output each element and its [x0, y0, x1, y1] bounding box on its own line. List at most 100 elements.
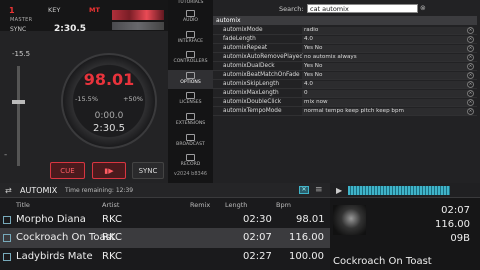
setting-value[interactable]: 0	[302, 90, 468, 97]
virtualdj-window: 1 KEY MT MASTER SYNC 2:30.5 -15.5 - 98.0…	[0, 0, 480, 270]
remaining-time: 2:30.5	[54, 24, 87, 34]
options-panel: Search: cat automix ⊗ automix automixMod…	[213, 0, 480, 183]
col-length[interactable]: Length	[225, 201, 247, 209]
sync-label: SYNC	[10, 26, 27, 33]
deck-header: 1 KEY MT MASTER SYNC 2:30.5	[0, 0, 168, 34]
nav-extensions[interactable]: EXTENSIONS	[168, 113, 213, 126]
preview-panel: ▶ 02:07 116.00 09B Cockroach On Toast	[330, 183, 480, 270]
reset-icon[interactable]: ×	[467, 36, 474, 43]
col-remix[interactable]: Remix	[190, 201, 210, 209]
audio-icon	[186, 10, 195, 17]
track-icon	[3, 253, 11, 261]
settings-nav: TUTORIALS AUDIO INTERFACE CONTROLLERS OP…	[168, 0, 213, 183]
table-row[interactable]: Ladybirds Mate RKC 02:27 100.00	[0, 247, 330, 267]
track-time: 2:30.5	[93, 123, 125, 134]
shuffle-icon[interactable]: ✕	[299, 186, 309, 194]
controller-icon	[186, 51, 195, 58]
pitch-plus-value: +50%	[123, 95, 143, 103]
reset-icon[interactable]: ×	[467, 99, 474, 106]
nav-interface[interactable]: INTERFACE	[168, 31, 213, 44]
elapsed-time: 0:00.0	[94, 111, 124, 121]
mt-label[interactable]: MT	[89, 6, 100, 14]
reset-icon[interactable]: ×	[467, 54, 474, 61]
table-row[interactable]: Morpho Diana RKC 02:30 98.01	[0, 210, 330, 230]
setting-value[interactable]: radio	[302, 27, 468, 34]
reset-icon[interactable]: ×	[467, 90, 474, 97]
col-title[interactable]: Title	[16, 201, 30, 209]
nav-tutorials[interactable]: TUTORIALS	[168, 0, 213, 5]
nav-broadcast[interactable]: BROADCAST	[168, 134, 213, 147]
setting-row: automixMode radio ×	[213, 26, 477, 35]
preview-length: 02:07	[441, 205, 470, 216]
pitch-fader-knob[interactable]	[12, 100, 25, 104]
preview-title: Cockroach On Toast	[333, 256, 432, 267]
col-bpm[interactable]: Bpm	[276, 201, 291, 209]
cue-button[interactable]: CUE	[50, 162, 85, 179]
settings-group-header: automix	[213, 16, 477, 25]
time-remaining: Time remaining: 12:39	[65, 187, 134, 194]
setting-row: fadeLength 4.0 ×	[213, 35, 477, 44]
nav-record[interactable]: RECORD	[168, 154, 213, 167]
reset-icon[interactable]: ×	[467, 63, 474, 70]
nav-options[interactable]: OPTIONS	[168, 70, 213, 89]
pitch-range: -15.5	[12, 50, 31, 58]
settings-list: automixMode radio × fadeLength 4.0 × automix…	[213, 26, 477, 116]
setting-value[interactable]: normal tempo keep pitch keep bpm	[302, 108, 468, 115]
nav-audio[interactable]: AUDIO	[168, 10, 213, 23]
nav-controllers[interactable]: CONTROLLERS	[168, 51, 213, 64]
setting-row: automixTempoMode normal tempo keep pitch …	[213, 107, 477, 116]
setting-value[interactable]: mix now	[302, 99, 468, 106]
gear-icon	[186, 72, 195, 79]
sync-button[interactable]: SYNC	[132, 162, 164, 179]
setting-value[interactable]: no automix always	[302, 54, 468, 61]
play-preview-icon[interactable]: ▶	[336, 186, 342, 195]
play-button[interactable]: ▮▶	[92, 162, 126, 179]
nav-licenses[interactable]: LICENSES	[168, 92, 213, 105]
setting-row: automixDualDeck Yes No ×	[213, 62, 477, 71]
pitch-minus-value: -15.5%	[75, 95, 98, 103]
search-label: Search:	[279, 5, 304, 13]
search-input[interactable]: cat automix	[307, 4, 418, 13]
pitch-minus[interactable]: -	[4, 150, 7, 160]
table-row[interactable]: Cockroach On Toast RKC 02:07 116.00	[0, 228, 330, 248]
automix-panel: ⇄ AUTOMIX Time remaining: 12:39 ✕ ≡ Titl…	[0, 183, 330, 270]
deck-number: 1	[9, 6, 15, 15]
reset-icon[interactable]: ×	[467, 27, 474, 34]
setting-row: automixBeatMatchOnFade Yes No ×	[213, 71, 477, 80]
setting-row: automixRepeat Yes No ×	[213, 44, 477, 53]
waveform-overview[interactable]	[112, 10, 164, 20]
waveform-secondary[interactable]	[112, 22, 164, 30]
setting-value[interactable]: 4.0	[302, 36, 468, 43]
version-label: v2024 b8346	[173, 171, 208, 177]
setting-value[interactable]: 4.0	[302, 81, 468, 88]
automix-title: AUTOMIX	[20, 186, 58, 195]
preview-waveform[interactable]	[348, 186, 450, 195]
jog-wheel[interactable]: 98.01 -15.5% +50% 0:00.0 2:30.5	[61, 53, 157, 149]
broadcast-icon	[186, 134, 195, 141]
license-icon	[186, 92, 195, 99]
master-label: MASTER	[10, 17, 33, 23]
reset-icon[interactable]: ×	[467, 108, 474, 115]
menu-icon[interactable]: ≡	[315, 185, 323, 195]
clear-search-icon[interactable]: ⊗	[420, 4, 426, 12]
interface-icon	[186, 31, 195, 38]
deck-panel: 1 KEY MT MASTER SYNC 2:30.5 -15.5 - 98.0…	[0, 0, 168, 183]
preview-bpm: 116.00	[435, 219, 470, 230]
record-icon	[186, 154, 195, 161]
setting-row: automixAutoRemovePlayed no automix always…	[213, 53, 477, 62]
preview-toolbar: ▶	[330, 183, 480, 198]
reset-icon[interactable]: ×	[467, 72, 474, 79]
preview-key: 09B	[450, 233, 470, 244]
track-icon	[3, 216, 11, 224]
key-label[interactable]: KEY	[48, 6, 60, 14]
pitch-fader-track[interactable]	[17, 66, 20, 166]
automix-icon[interactable]: ⇄	[5, 186, 12, 195]
setting-value[interactable]: Yes No	[302, 63, 468, 70]
extensions-icon	[186, 113, 195, 120]
setting-value[interactable]: Yes No	[302, 72, 468, 79]
setting-value[interactable]: Yes No	[302, 45, 468, 52]
setting-row: automixSkipLength 4.0 ×	[213, 80, 477, 89]
reset-icon[interactable]: ×	[467, 45, 474, 52]
reset-icon[interactable]: ×	[467, 81, 474, 88]
col-artist[interactable]: Artist	[102, 201, 119, 209]
